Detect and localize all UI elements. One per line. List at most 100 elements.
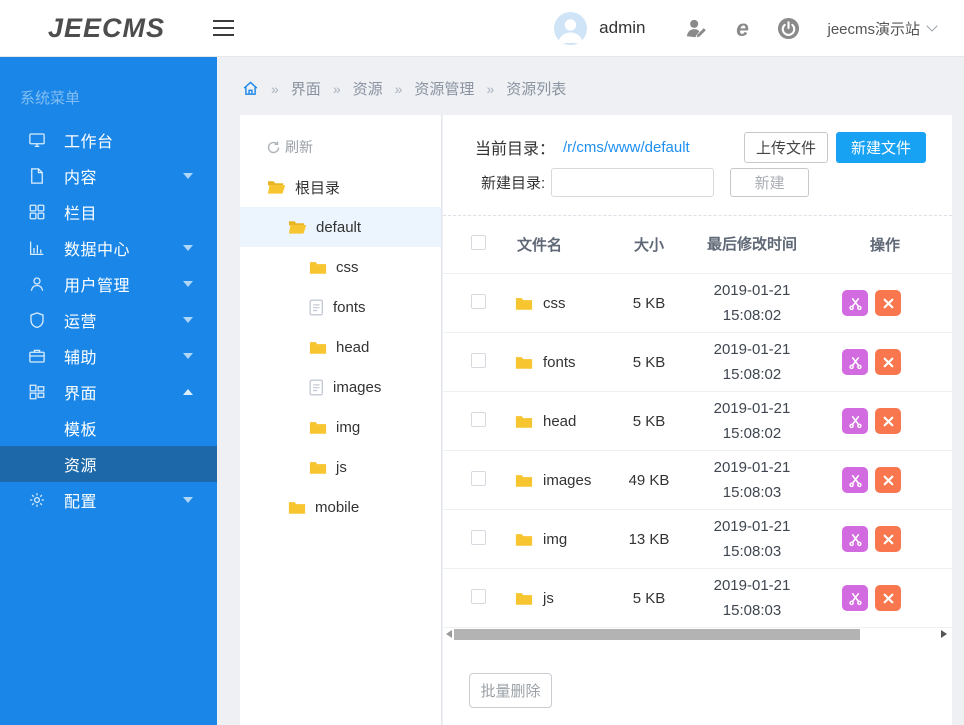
scrollbar-thumb[interactable] [454,629,860,640]
delete-button[interactable] [875,467,901,493]
tree-node-img[interactable]: img [240,407,441,447]
tree-node-mobile[interactable]: mobile [240,487,441,527]
upload-file-button[interactable]: 上传文件 [744,131,828,163]
sidebar-item-label: 栏目 [64,206,98,223]
cut-button[interactable] [842,467,868,493]
scroll-right-icon[interactable] [941,630,947,638]
chevron-down-icon [183,173,193,179]
refresh-icon [267,141,280,153]
current-dir-path[interactable]: /r/cms/www/default [563,139,690,156]
batch-delete-button[interactable]: 批量删除 [469,673,552,708]
refresh-button[interactable]: 刷新 [240,115,441,167]
sidebar-item-辅助[interactable]: 辅助 [0,338,217,374]
folder-icon [309,420,327,435]
tree-node-fonts[interactable]: fonts [240,287,441,327]
tree-node-css[interactable]: css [240,247,441,287]
logout-power-icon[interactable] [776,16,800,40]
tree-node-label: img [336,418,361,436]
current-dir-label: 当前目录： [475,141,556,158]
cut-button[interactable] [842,526,868,552]
create-dir-button[interactable]: 新建 [730,167,810,197]
chevron-down-icon [183,245,193,251]
file-size: 5 KB [632,294,666,312]
delete-button[interactable] [875,290,901,316]
breadcrumb-item[interactable]: 资源管理 [414,78,474,99]
folder-icon [309,460,327,475]
breadcrumb-item[interactable]: 资源 [353,78,383,99]
file-name[interactable]: css [543,295,566,312]
user-name: admin [599,18,646,37]
new-dir-input[interactable] [551,167,715,197]
delete-button[interactable] [875,349,901,375]
menu-toggle-icon[interactable] [209,16,238,40]
breadcrumb-item[interactable]: 资源列表 [506,78,566,99]
row-checkbox[interactable] [471,588,486,604]
scroll-left-icon[interactable] [446,630,452,638]
breadcrumb-item[interactable]: 界面 [291,78,321,99]
document-icon [28,167,46,185]
delete-button[interactable] [875,526,901,552]
cut-button[interactable] [842,290,868,316]
top-bar: JEECMS admin e jeecms演示站 [0,0,964,57]
user-edit-icon[interactable] [684,16,708,40]
sidebar-item-数据中心[interactable]: 数据中心 [0,230,217,266]
file-modified: 2019-01-21 15:08:03 [713,517,791,561]
sidebar-item-界面[interactable]: 界面 [0,374,217,410]
file-icon [309,379,324,396]
cut-button[interactable] [842,349,868,375]
site-selector[interactable]: jeecms演示站 [827,18,938,39]
sidebar-item-label: 辅助 [64,350,98,367]
breadcrumb-separator: » [271,80,279,97]
browser-icon[interactable]: e [730,16,754,40]
file-name[interactable]: head [543,413,576,430]
chevron-up-icon [183,389,193,395]
file-modified: 2019-01-21 15:08:02 [713,281,791,325]
sidebar-item-工作台[interactable]: 工作台 [0,122,217,158]
row-checkbox[interactable] [471,352,486,368]
toolbar: 当前目录： /r/cms/www/default 上传文件 新建文件 新建目录:… [443,115,952,197]
horizontal-scrollbar[interactable] [443,628,952,641]
sidebar-item-label: 运营 [64,314,98,331]
gear-icon [28,491,46,509]
sidebar-item-用户管理[interactable]: 用户管理 [0,266,217,302]
sidebar-item-label: 数据中心 [64,242,131,259]
table-row-js: js 5 KB 2019-01-21 15:08:03 [443,569,952,628]
file-size: 13 KB [628,530,670,548]
row-checkbox[interactable] [471,529,486,545]
table-header: 文件名 大小 最后修改时间 操作 [443,216,952,274]
cut-button[interactable] [842,408,868,434]
folder-icon [309,260,327,275]
file-name[interactable]: images [543,472,591,489]
delete-button[interactable] [875,408,901,434]
new-file-button[interactable]: 新建文件 [836,131,926,163]
file-list-panel: 当前目录： /r/cms/www/default 上传文件 新建文件 新建目录:… [443,115,952,725]
tree-node-head[interactable]: head [240,327,441,367]
sidebar-subitem-模板[interactable]: 模板 [0,410,217,446]
row-checkbox[interactable] [471,293,486,309]
sidebar-item-运营[interactable]: 运营 [0,302,217,338]
sidebar-item-栏目[interactable]: 栏目 [0,194,217,230]
user-avatar[interactable] [554,11,588,45]
tree-node-default[interactable]: default [240,207,441,247]
row-checkbox[interactable] [471,411,486,427]
file-name[interactable]: img [543,531,567,548]
file-name[interactable]: js [543,590,554,607]
sidebar-item-label: 用户管理 [64,278,131,295]
home-icon[interactable] [242,80,259,97]
sidebar-title: 系统菜单 [20,90,81,107]
table-row-fonts: fonts 5 KB 2019-01-21 15:08:02 [443,333,952,392]
cut-button[interactable] [842,585,868,611]
select-all-checkbox[interactable] [471,235,486,250]
tree-node-js[interactable]: js [240,447,441,487]
new-dir-label: 新建目录: [481,174,546,192]
tree-node-images[interactable]: images [240,367,441,407]
refresh-label: 刷新 [285,139,313,155]
row-checkbox[interactable] [471,470,486,486]
sidebar-subitem-资源[interactable]: 资源 [0,446,217,482]
file-name[interactable]: fonts [543,354,576,371]
sidebar-item-label: 配置 [64,494,98,511]
sidebar-item-内容[interactable]: 内容 [0,158,217,194]
sidebar-item-配置[interactable]: 配置 [0,482,217,518]
delete-button[interactable] [875,585,901,611]
tree-node-根目录[interactable]: 根目录 [240,167,441,207]
